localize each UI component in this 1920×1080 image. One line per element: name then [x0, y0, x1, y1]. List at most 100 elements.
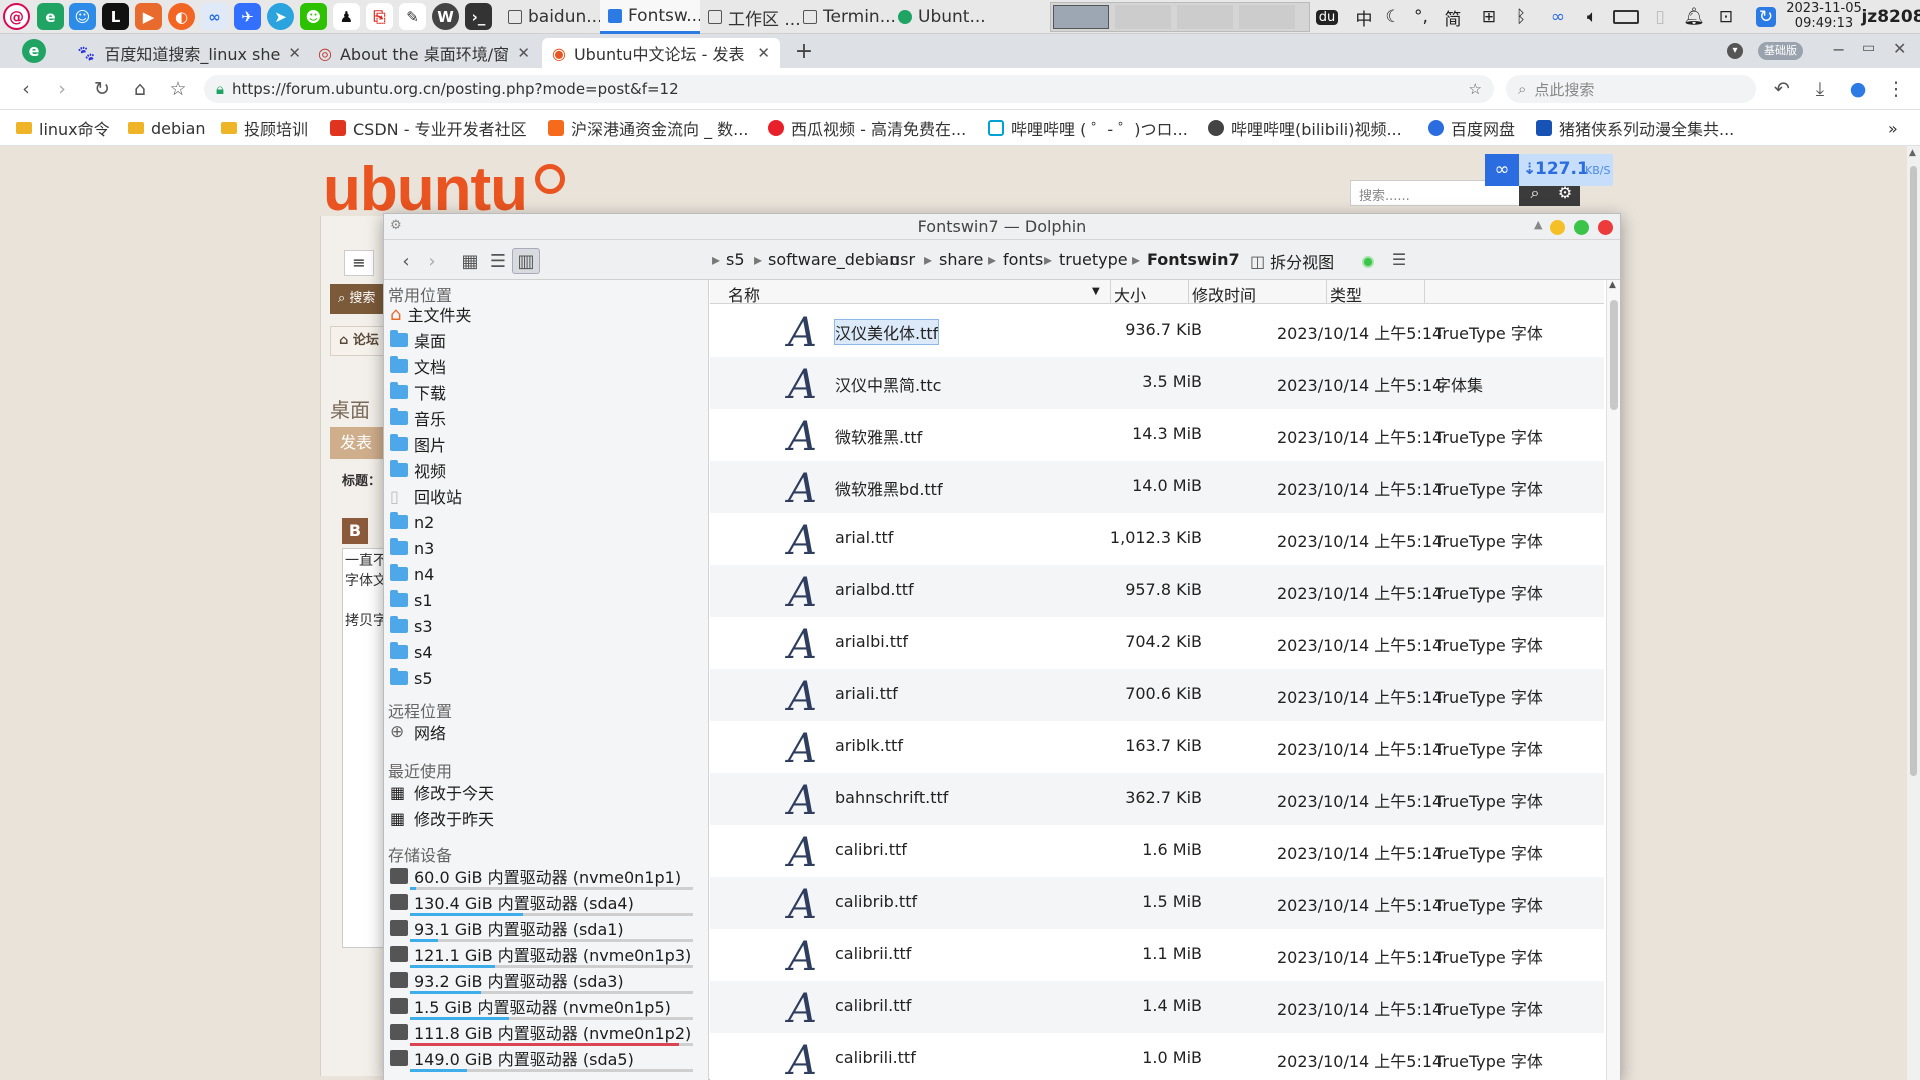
- device-item[interactable]: 149.0 GiB 内置驱动器 (sda5): [390, 1046, 634, 1070]
- place-music[interactable]: 音乐: [390, 406, 446, 430]
- punctuation-toggle[interactable]: °,: [1408, 0, 1434, 34]
- undo-icon[interactable]: ↶: [1770, 77, 1794, 101]
- star-icon[interactable]: ☆: [1469, 80, 1482, 98]
- telegram-icon[interactable]: ➤: [267, 3, 294, 30]
- bookmark-xigua[interactable]: 西瓜视频 - 高清免费在...: [768, 116, 966, 140]
- icons-view-button[interactable]: ▦: [456, 248, 484, 274]
- place-n2[interactable]: n2: [390, 510, 434, 534]
- workspace-4[interactable]: [1239, 5, 1295, 29]
- dolphin-titlebar[interactable]: ⚙ Fontswin7 — Dolphin ▲: [384, 214, 1620, 240]
- status-dot-icon[interactable]: [1362, 256, 1374, 268]
- page-menu-button[interactable]: ≡: [344, 250, 374, 276]
- place-s1[interactable]: s1: [390, 588, 433, 612]
- feishu-icon[interactable]: ✈: [234, 3, 261, 30]
- device-item[interactable]: 121.1 GiB 内置驱动器 (nvme0n1p3): [390, 942, 691, 966]
- forum-link[interactable]: ⌂ 论坛: [330, 326, 390, 356]
- bold-button[interactable]: B: [342, 518, 368, 544]
- close-tab-icon[interactable]: ✕: [288, 44, 301, 62]
- forward-icon[interactable]: ›: [50, 77, 74, 101]
- details-view-button[interactable]: ▥: [512, 248, 540, 274]
- username[interactable]: jz8208: [1861, 0, 1920, 34]
- hamburger-menu-button[interactable]: ☰: [1388, 250, 1410, 270]
- text-editor-icon[interactable]: ✎: [399, 3, 426, 30]
- recent-yesterday[interactable]: ▦ 修改于昨天: [390, 806, 494, 830]
- download-speed-widget[interactable]: ∞ ⇣ 127.1 KB/S: [1485, 154, 1613, 186]
- place-videos[interactable]: 视频: [390, 458, 446, 482]
- bookmark-hk-connect[interactable]: 沪深港通资金流向 _ 数...: [548, 116, 748, 140]
- baidu-netdisk-icon[interactable]: ∞: [201, 3, 228, 30]
- update-icon[interactable]: ↻: [1752, 0, 1780, 34]
- file-row[interactable]: A 微软雅黑bd.ttf 14.0 MiB 2023/10/14 上午5:14 True…: [710, 461, 1604, 513]
- bookmark-linux-cmd[interactable]: linux命令: [16, 116, 110, 140]
- clock[interactable]: 2023-11-05 09:49:13: [1783, 0, 1865, 34]
- place-trash[interactable]: ▯ 回收站: [390, 484, 462, 508]
- workspace-3[interactable]: [1177, 5, 1233, 29]
- file-row[interactable]: Acalibri.ttf 1.6 MiB 2023/10/14 上午5:14 True…: [710, 825, 1604, 877]
- place-home[interactable]: ⌂ 主文件夹: [390, 302, 471, 326]
- tab-list-icon[interactable]: ▾: [1727, 43, 1743, 59]
- file-row[interactable]: Aarialbd.ttf 957.8 KiB 2023/10/14 上午5:14 Tr…: [710, 565, 1604, 617]
- video-editor-icon[interactable]: ▶: [135, 3, 162, 30]
- tab-about-desktop[interactable]: ◎ About the 桌面环境/窗 ✕: [308, 38, 540, 68]
- device-item[interactable]: 93.1 GiB 内置驱动器 (sda1): [390, 916, 624, 940]
- ime-simplified[interactable]: 简: [1440, 0, 1466, 34]
- volume-icon[interactable]: 🔈︎: [1578, 0, 1606, 34]
- compact-view-button[interactable]: ☰: [484, 248, 512, 274]
- notification-bell-icon[interactable]: 🔔︎: [1680, 0, 1708, 34]
- file-row[interactable]: Aariblk.ttf 163.7 KiB 2023/10/14 上午5:14 Tru…: [710, 721, 1604, 773]
- bookmark-bilibili[interactable]: 哔哩哔哩 ( ゜- ゜)つロ...: [988, 116, 1188, 140]
- breadcrumb-share[interactable]: share: [939, 250, 983, 269]
- recent-today[interactable]: ▦ 修改于今天: [390, 780, 494, 804]
- battery-icon[interactable]: [1610, 0, 1642, 34]
- menu-icon[interactable]: ⋮: [1884, 77, 1908, 101]
- place-downloads[interactable]: 下载: [390, 380, 446, 404]
- wechat-icon[interactable]: ☻: [300, 3, 327, 30]
- minimize-button[interactable]: [1550, 220, 1565, 235]
- bookmark-bilibili-video[interactable]: 哔哩哔哩(bilibili)视频...: [1208, 116, 1402, 140]
- column-modified[interactable]: 修改时间: [1192, 282, 1256, 306]
- column-name[interactable]: 名称: [728, 282, 760, 306]
- browser-logo-icon[interactable]: e: [22, 39, 46, 63]
- place-network[interactable]: ⊕ 网络: [390, 720, 446, 744]
- workspace-2[interactable]: [1115, 5, 1171, 29]
- file-row[interactable]: Aarialbi.ttf 704.2 KiB 2023/10/14 上午5:14 Tr…: [710, 617, 1604, 669]
- screenshot-icon[interactable]: ⊡: [1712, 0, 1740, 34]
- back-icon[interactable]: ‹: [14, 77, 38, 101]
- place-n3[interactable]: n3: [390, 536, 434, 560]
- column-size[interactable]: 大小: [1114, 282, 1146, 306]
- moon-icon[interactable]: ☾: [1380, 0, 1406, 34]
- avatar[interactable]: ●: [1846, 77, 1870, 101]
- scrollbar-thumb[interactable]: [1610, 300, 1618, 410]
- file-row[interactable]: Acalibrib.ttf 1.5 MiB 2023/10/14 上午5:14 Tru…: [710, 877, 1604, 929]
- finder-icon[interactable]: ☺: [69, 3, 96, 30]
- tab-baidu-zhidao[interactable]: 🐾︎ 百度知道搜索_linux she ✕: [66, 38, 306, 68]
- breadcrumb-fonts[interactable]: fonts: [1003, 250, 1043, 269]
- wordpress-icon[interactable]: W: [432, 3, 459, 30]
- window-menu-icon[interactable]: ⚙: [390, 218, 402, 233]
- forward-button[interactable]: ›: [418, 248, 446, 274]
- place-pictures[interactable]: 图片: [390, 432, 446, 456]
- breadcrumb-truetype[interactable]: truetype: [1059, 250, 1128, 269]
- ime-chinese[interactable]: 中: [1350, 0, 1378, 34]
- back-button[interactable]: ‹: [392, 248, 420, 274]
- file-row[interactable]: A 微软雅黑.ttf 14.3 MiB 2023/10/14 上午5:14 TrueTy…: [710, 409, 1604, 461]
- column-type[interactable]: 类型: [1330, 282, 1362, 306]
- workspace-pager[interactable]: [1050, 2, 1310, 32]
- bookmark-csdn[interactable]: CSDN - 专业开发者社区: [330, 116, 527, 140]
- terminal-icon[interactable]: ›_: [465, 3, 492, 30]
- minimize-icon[interactable]: −: [1832, 40, 1845, 59]
- download-icon[interactable]: ⤓: [1808, 77, 1832, 101]
- file-row[interactable]: A 汉仪美化体.ttf 936.7 KiB 2023/10/14 上午5:14 True…: [710, 305, 1604, 357]
- task-baidu[interactable]: baidun...: [500, 0, 600, 34]
- file-row[interactable]: Acalibrili.ttf 1.0 MiB 2023/10/14 上午5:14 Tr…: [710, 1033, 1604, 1080]
- reload-icon[interactable]: ↻: [90, 77, 114, 101]
- side-search-button[interactable]: ⌕ 搜索: [330, 284, 390, 314]
- breadcrumb-s5[interactable]: s5: [726, 250, 745, 269]
- task-dolphin[interactable]: Fontsw...: [600, 0, 700, 34]
- baidu-input-icon[interactable]: du: [1312, 0, 1342, 34]
- bookmark-anime[interactable]: 猪猪侠系列动漫全集共...: [1536, 116, 1734, 140]
- workspace-1[interactable]: [1053, 5, 1109, 29]
- pdf-icon[interactable]: ⎘: [366, 3, 393, 30]
- place-s5[interactable]: s5: [390, 666, 433, 690]
- edition-badge[interactable]: 基础版: [1758, 42, 1803, 60]
